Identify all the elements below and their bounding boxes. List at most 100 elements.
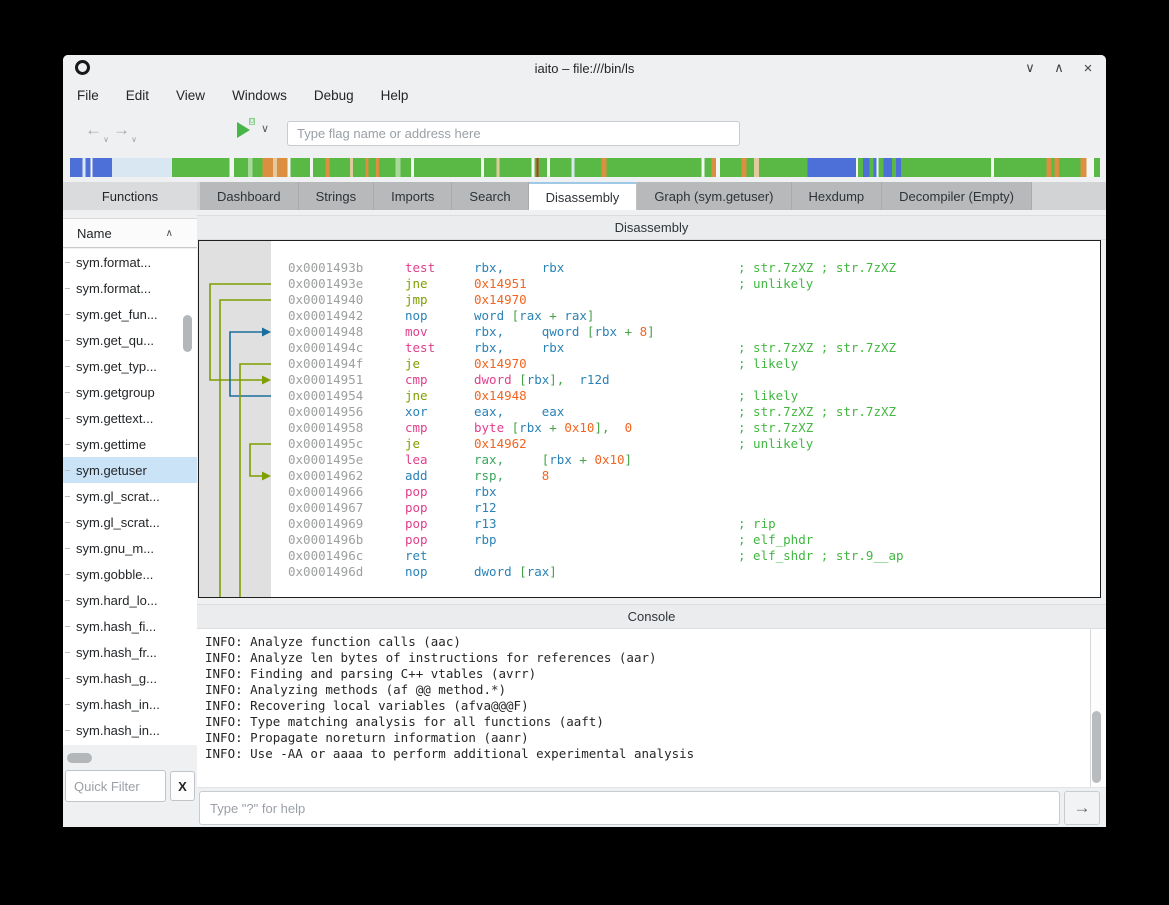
menu-debug[interactable]: Debug <box>314 88 354 103</box>
tree-branch-tick <box>65 704 70 705</box>
operand-token: rbx <box>474 484 497 499</box>
function-name: sym.hash_g... <box>76 671 157 686</box>
disassembly-row[interactable]: 0x0001494fje0x14970; likely <box>199 356 1100 372</box>
quick-filter-input[interactable] <box>65 770 166 802</box>
operand-token: rax <box>564 308 587 323</box>
tab-strings[interactable]: Strings <box>299 182 374 210</box>
operand-token: ] <box>587 308 595 323</box>
tree-branch-tick <box>65 600 70 601</box>
quick-filter-clear-button[interactable]: X <box>170 771 195 801</box>
disassembly-row[interactable]: 0x0001493ejne0x14951; unlikely <box>199 276 1100 292</box>
function-list-item[interactable]: sym.gettext... <box>63 405 197 431</box>
function-list-item[interactable]: sym.gnu_m... <box>63 535 197 561</box>
menu-windows[interactable]: Windows <box>232 88 287 103</box>
instruction-address: 0x00014956 <box>288 404 405 420</box>
instruction-address: 0x0001496d <box>288 564 405 580</box>
disassembly-row[interactable]: 0x00014956xoreax, eax; str.7zXZ ; str.7z… <box>199 404 1100 420</box>
tab-functions[interactable]: Functions <box>63 182 197 210</box>
function-list-item[interactable]: sym.getuser <box>63 457 197 483</box>
disassembly-row[interactable]: 0x0001495elearax, [rbx + 0x10] <box>199 452 1100 468</box>
menu-view[interactable]: View <box>176 88 205 103</box>
disassembly-row[interactable]: 0x00014967popr12 <box>199 500 1100 516</box>
disassembly-row[interactable]: 0x00014942nopword [rax + rax] <box>199 308 1100 324</box>
debug-start-button[interactable]: D <box>235 121 253 139</box>
back-arrow-icon: ← <box>85 120 102 139</box>
operand-token: 0x14970 <box>474 356 527 371</box>
disassembly-view[interactable]: 0x0001493btestrbx, rbx; str.7zXZ ; str.7… <box>198 240 1101 598</box>
operand-token: rbx <box>594 324 617 339</box>
function-list-item[interactable]: sym.get_qu... <box>63 327 197 353</box>
disassembly-row[interactable]: 0x00014958cmpbyte [rbx + 0x10], 0; str.7… <box>199 420 1100 436</box>
tab-hexdump[interactable]: Hexdump <box>792 182 883 210</box>
function-list-item[interactable]: sym.get_fun... <box>63 301 197 327</box>
address-search-input[interactable] <box>287 121 740 146</box>
disassembly-row[interactable]: 0x0001496bpoprbp; elf_phdr <box>199 532 1100 548</box>
function-list-item[interactable]: sym.hash_fr... <box>63 639 197 665</box>
disassembly-row[interactable]: 0x00014940jmp0x14970 <box>199 292 1100 308</box>
close-icon[interactable]: × <box>1080 60 1096 77</box>
disassembly-row[interactable]: 0x00014962addrsp, 8 <box>199 468 1100 484</box>
console-output[interactable]: INFO: Analyze function calls (aac)INFO: … <box>197 629 1106 788</box>
minimize-icon[interactable]: ∨ <box>1022 60 1038 76</box>
function-name: sym.hash_fr... <box>76 645 157 660</box>
operand-token: r12 <box>474 500 497 515</box>
operand-token: ] <box>549 564 557 579</box>
tab-imports[interactable]: Imports <box>374 182 452 210</box>
tab-disassembly[interactable]: Disassembly <box>529 182 638 210</box>
tree-branch-tick <box>65 288 70 289</box>
console-send-button[interactable]: → <box>1064 791 1100 825</box>
disassembly-row[interactable]: 0x0001494ctestrbx, rbx; str.7zXZ ; str.7… <box>199 340 1100 356</box>
function-list-item[interactable]: sym.hash_fi... <box>63 613 197 639</box>
function-list-item[interactable]: sym.gl_scrat... <box>63 509 197 535</box>
console-dock-header[interactable]: Console <box>197 604 1106 629</box>
disassembly-row[interactable]: 0x0001496cret; elf_shdr ; str.9__ap <box>199 548 1100 564</box>
disassembly-row[interactable]: 0x00014969popr13; rip <box>199 516 1100 532</box>
disassembly-row[interactable]: 0x00014954jne0x14948; likely <box>199 388 1100 404</box>
function-list-item[interactable]: sym.hard_lo... <box>63 587 197 613</box>
function-list-item[interactable]: sym.hash_g... <box>63 665 197 691</box>
memory-map-bar[interactable] <box>70 158 1100 177</box>
functions-column-header[interactable]: Name ∧ <box>63 218 197 248</box>
window-title: iaito – file:///bin/ls <box>63 61 1106 76</box>
functions-vertical-scrollbar[interactable] <box>183 315 192 352</box>
menu-help[interactable]: Help <box>381 88 409 103</box>
tab-dashboard[interactable]: Dashboard <box>200 182 299 210</box>
instruction-address: 0x00014966 <box>288 484 405 500</box>
disassembly-row[interactable]: 0x0001493btestrbx, rbx; str.7zXZ ; str.7… <box>199 260 1100 276</box>
function-list-item[interactable]: sym.getgroup <box>63 379 197 405</box>
tab-search[interactable]: Search <box>452 182 528 210</box>
tab-decompiler-empty[interactable]: Decompiler (Empty) <box>882 182 1032 210</box>
forward-dropdown-icon: ∨ <box>131 135 137 144</box>
function-list-item[interactable]: sym.get_typ... <box>63 353 197 379</box>
function-name: sym.format... <box>76 281 151 296</box>
function-name: sym.gobble... <box>76 567 153 582</box>
functions-horizontal-scrollbar[interactable] <box>67 753 92 763</box>
function-list-item[interactable]: sym.gettime <box>63 431 197 457</box>
disassembly-row[interactable]: 0x00014951cmpdword [rbx], r12d <box>199 372 1100 388</box>
menu-file[interactable]: File <box>77 88 99 103</box>
console-command-input[interactable] <box>199 791 1060 825</box>
function-list-item[interactable]: sym.gobble... <box>63 561 197 587</box>
disassembly-row[interactable]: 0x0001495cje0x14962; unlikely <box>199 436 1100 452</box>
disassembly-row[interactable]: 0x00014948movrbx, qword [rbx + 8] <box>199 324 1100 340</box>
forward-button[interactable]: → ∨ <box>113 120 130 140</box>
disassembly-row[interactable]: 0x0001496dnopdword [rax] <box>199 564 1100 580</box>
titlebar[interactable]: iaito – file:///bin/ls ∨ ∧ × <box>63 55 1106 81</box>
function-list-item[interactable]: sym.format... <box>63 249 197 275</box>
menu-edit[interactable]: Edit <box>126 88 149 103</box>
back-button[interactable]: ← ∨ <box>85 120 102 140</box>
disassembly-dock-header[interactable]: Disassembly <box>197 215 1106 240</box>
operand-token: rbx <box>519 420 542 435</box>
maximize-icon[interactable]: ∧ <box>1051 60 1067 76</box>
debug-dropdown-icon[interactable]: ∨ <box>261 122 269 135</box>
mnemonic: test <box>405 340 474 356</box>
function-list-item[interactable]: sym.gl_scrat... <box>63 483 197 509</box>
function-list-item[interactable]: sym.format... <box>63 275 197 301</box>
console-scrollbar-track[interactable] <box>1090 629 1103 787</box>
disassembly-row[interactable]: 0x00014966poprbx <box>199 484 1100 500</box>
function-list-item[interactable]: sym.hash_in... <box>63 717 197 743</box>
operand-token: + <box>542 420 565 435</box>
function-list-item[interactable]: sym.hash_in... <box>63 691 197 717</box>
console-scrollbar-thumb[interactable] <box>1092 711 1101 783</box>
tab-graph-sym-getuser[interactable]: Graph (sym.getuser) <box>637 182 791 210</box>
